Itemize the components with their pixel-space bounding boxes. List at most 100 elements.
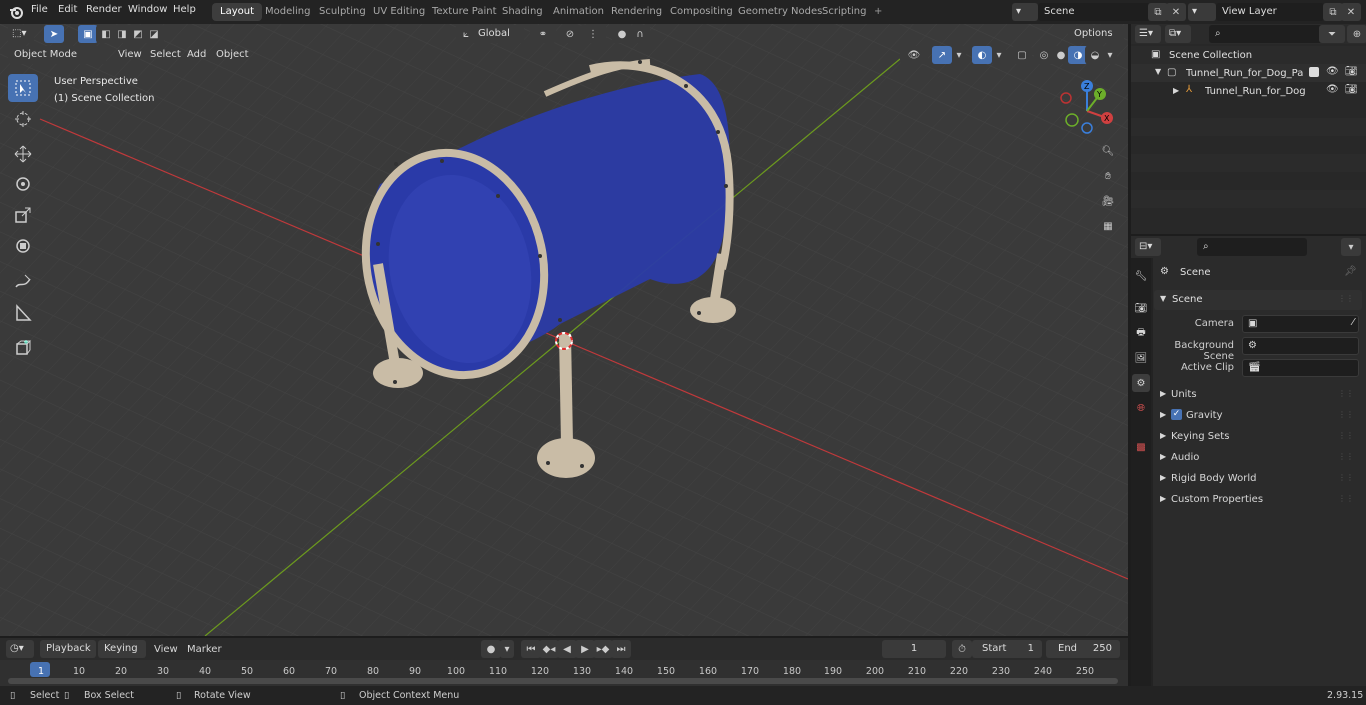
- viewport-3d[interactable]: ⬚▾ ➤ ▣ ◧ ◨ ◩ ◪ ⟀ Global ⚭ ⊘ ⋮ ● ∩ Option…: [0, 24, 1128, 636]
- timeline-view-menu[interactable]: View: [154, 644, 178, 655]
- view-layer-field[interactable]: View Layer: [1216, 3, 1324, 21]
- expand-chevron-icon[interactable]: ▼: [1155, 67, 1161, 76]
- tab-animation[interactable]: Animation: [545, 3, 612, 21]
- play-reverse-icon[interactable]: ◀: [557, 640, 577, 658]
- start-frame-field[interactable]: Start 1: [972, 640, 1042, 658]
- rigid-body-world-panel-header[interactable]: ▶ Rigid Body World ⋮⋮: [1154, 470, 1362, 488]
- properties-options-icon[interactable]: ▾: [1341, 238, 1361, 256]
- view-layer-properties-icon[interactable]: 🖼︎: [1132, 349, 1150, 367]
- orientation-dropdown[interactable]: Global: [472, 25, 524, 43]
- camera-view-icon[interactable]: 🎥︎: [1097, 190, 1119, 212]
- keying-dropdown[interactable]: Keying: [98, 640, 146, 658]
- record-icon[interactable]: ●: [481, 640, 501, 658]
- proportional-edit-icon[interactable]: ●: [612, 25, 632, 43]
- render-properties-icon[interactable]: 📷︎: [1132, 299, 1150, 317]
- gravity-checkbox[interactable]: ✓: [1171, 409, 1182, 420]
- menu-object[interactable]: Object: [216, 49, 249, 60]
- play-icon[interactable]: ▶: [575, 640, 595, 658]
- eye-icon[interactable]: 👁: [1326, 66, 1339, 77]
- drag-handle-icon[interactable]: ⋮⋮: [1338, 294, 1354, 303]
- new-scene-icon[interactable]: ⧉: [1148, 3, 1168, 21]
- expand-chevron-icon[interactable]: ▶: [1173, 86, 1179, 95]
- editor-type-icon[interactable]: ⬚▾: [8, 25, 34, 43]
- audio-panel-header[interactable]: ▶ Audio ⋮⋮: [1154, 449, 1362, 467]
- visibility-icon[interactable]: 👁: [900, 46, 928, 64]
- mode-dropdown[interactable]: Object Mode: [8, 46, 106, 64]
- active-clip-field[interactable]: 🎬︎: [1242, 359, 1359, 377]
- tool-properties-icon[interactable]: 🔧︎: [1132, 267, 1150, 285]
- next-keyframe-icon[interactable]: ▸◆: [593, 640, 613, 658]
- menu-edit[interactable]: Edit: [58, 4, 77, 15]
- drag-handle-icon[interactable]: ⋮⋮: [1338, 494, 1354, 503]
- rendered-shading-icon[interactable]: ◒: [1085, 46, 1105, 64]
- playback-dropdown[interactable]: Playback: [40, 640, 96, 658]
- render-camera-icon[interactable]: 📷︎: [1345, 66, 1358, 77]
- pivot-icon[interactable]: ⚭: [530, 25, 556, 43]
- move-tool-icon[interactable]: [8, 140, 38, 168]
- current-frame-field[interactable]: 1: [882, 640, 946, 658]
- units-panel-header[interactable]: ▶ Units ⋮⋮: [1154, 386, 1362, 404]
- prev-keyframe-icon[interactable]: ◆◂: [539, 640, 559, 658]
- texture-properties-icon[interactable]: ▩: [1132, 438, 1150, 456]
- exclude-checkbox[interactable]: [1309, 67, 1319, 77]
- menu-view[interactable]: View: [118, 49, 142, 60]
- measure-tool-icon[interactable]: [8, 299, 38, 327]
- timeline-scrollbar[interactable]: [8, 678, 1118, 684]
- filter-icon[interactable]: ⏷: [1319, 25, 1345, 43]
- drag-handle-icon[interactable]: ⋮⋮: [1338, 410, 1354, 419]
- menu-select[interactable]: Select: [150, 49, 181, 60]
- overlays-toggle-icon[interactable]: ◐: [972, 46, 992, 64]
- tab-layout[interactable]: Layout: [212, 3, 262, 21]
- keying-sets-panel-header[interactable]: ▶ Keying Sets ⋮⋮: [1154, 428, 1362, 446]
- tab-compositing[interactable]: Compositing: [662, 3, 741, 21]
- timeline-marker-menu[interactable]: Marker: [187, 644, 222, 655]
- menu-add[interactable]: Add: [187, 49, 206, 60]
- new-collection-icon[interactable]: ⊕: [1347, 25, 1366, 43]
- select-box-tool-icon[interactable]: [8, 74, 38, 102]
- eyedropper-icon[interactable]: ⁄: [1352, 317, 1354, 328]
- display-mode-icon[interactable]: ⧉▾: [1165, 25, 1191, 43]
- ortho-toggle-icon[interactable]: ▦: [1097, 215, 1119, 237]
- menu-help[interactable]: Help: [173, 4, 196, 15]
- record-dropdown-icon[interactable]: ▾: [500, 640, 514, 658]
- drag-handle-icon[interactable]: ⋮⋮: [1338, 389, 1354, 398]
- gravity-panel-header[interactable]: ▶ ✓ Gravity ⋮⋮: [1154, 407, 1362, 425]
- options-dropdown[interactable]: Options: [1068, 25, 1124, 43]
- menu-file[interactable]: File: [31, 4, 48, 15]
- tab-texture-paint[interactable]: Texture Paint: [424, 3, 505, 21]
- drag-handle-icon[interactable]: ⋮⋮: [1338, 473, 1354, 482]
- background-scene-field[interactable]: ⚙︎: [1242, 337, 1359, 355]
- snap-toggle-icon[interactable]: ⊘: [560, 25, 580, 43]
- jump-start-icon[interactable]: ⏮: [521, 640, 541, 658]
- output-properties-icon[interactable]: 🖶: [1132, 324, 1150, 342]
- tab-rendering[interactable]: Rendering: [603, 3, 670, 21]
- properties-search-input[interactable]: ⌕: [1197, 238, 1307, 256]
- end-frame-field[interactable]: End 250: [1046, 640, 1120, 658]
- scene-properties-icon[interactable]: ⚙︎: [1132, 374, 1150, 392]
- custom-properties-panel-header[interactable]: ▶ Custom Properties ⋮⋮: [1154, 491, 1362, 509]
- zoom-icon[interactable]: 🔍︎: [1097, 140, 1119, 162]
- render-camera-icon[interactable]: 📷︎: [1345, 84, 1358, 95]
- delete-scene-icon[interactable]: ✕: [1166, 3, 1186, 21]
- stopwatch-icon[interactable]: ⏱: [952, 640, 972, 658]
- pin-icon[interactable]: 📌︎: [1344, 266, 1357, 277]
- scale-tool-icon[interactable]: [8, 201, 38, 229]
- shading-dropdown-icon[interactable]: ▾: [1103, 46, 1117, 64]
- select-intersect-icon[interactable]: ◪: [144, 25, 164, 43]
- overlays-dropdown-icon[interactable]: ▾: [992, 46, 1006, 64]
- cursor-tool-icon[interactable]: [8, 105, 38, 133]
- rotate-tool-icon[interactable]: [8, 170, 38, 198]
- add-workspace-button[interactable]: +: [866, 3, 890, 21]
- new-view-layer-icon[interactable]: ⧉: [1323, 3, 1343, 21]
- scene-selector-icon[interactable]: ▾: [1012, 3, 1038, 21]
- world-properties-icon[interactable]: 🌐︎: [1132, 399, 1150, 417]
- tab-shading[interactable]: Shading: [494, 3, 551, 21]
- navigation-gizmo[interactable]: Z X Y: [1054, 78, 1120, 144]
- menu-window[interactable]: Window: [128, 4, 167, 15]
- pan-hand-icon[interactable]: ✋︎: [1097, 165, 1119, 187]
- delete-view-layer-icon[interactable]: ✕: [1341, 3, 1361, 21]
- gizmo-dropdown-icon[interactable]: ▾: [952, 46, 966, 64]
- outliner-root-row[interactable]: ▣ Scene Collection: [1131, 46, 1366, 64]
- transform-tool-icon[interactable]: [8, 232, 38, 260]
- eye-icon[interactable]: 👁: [1326, 84, 1339, 95]
